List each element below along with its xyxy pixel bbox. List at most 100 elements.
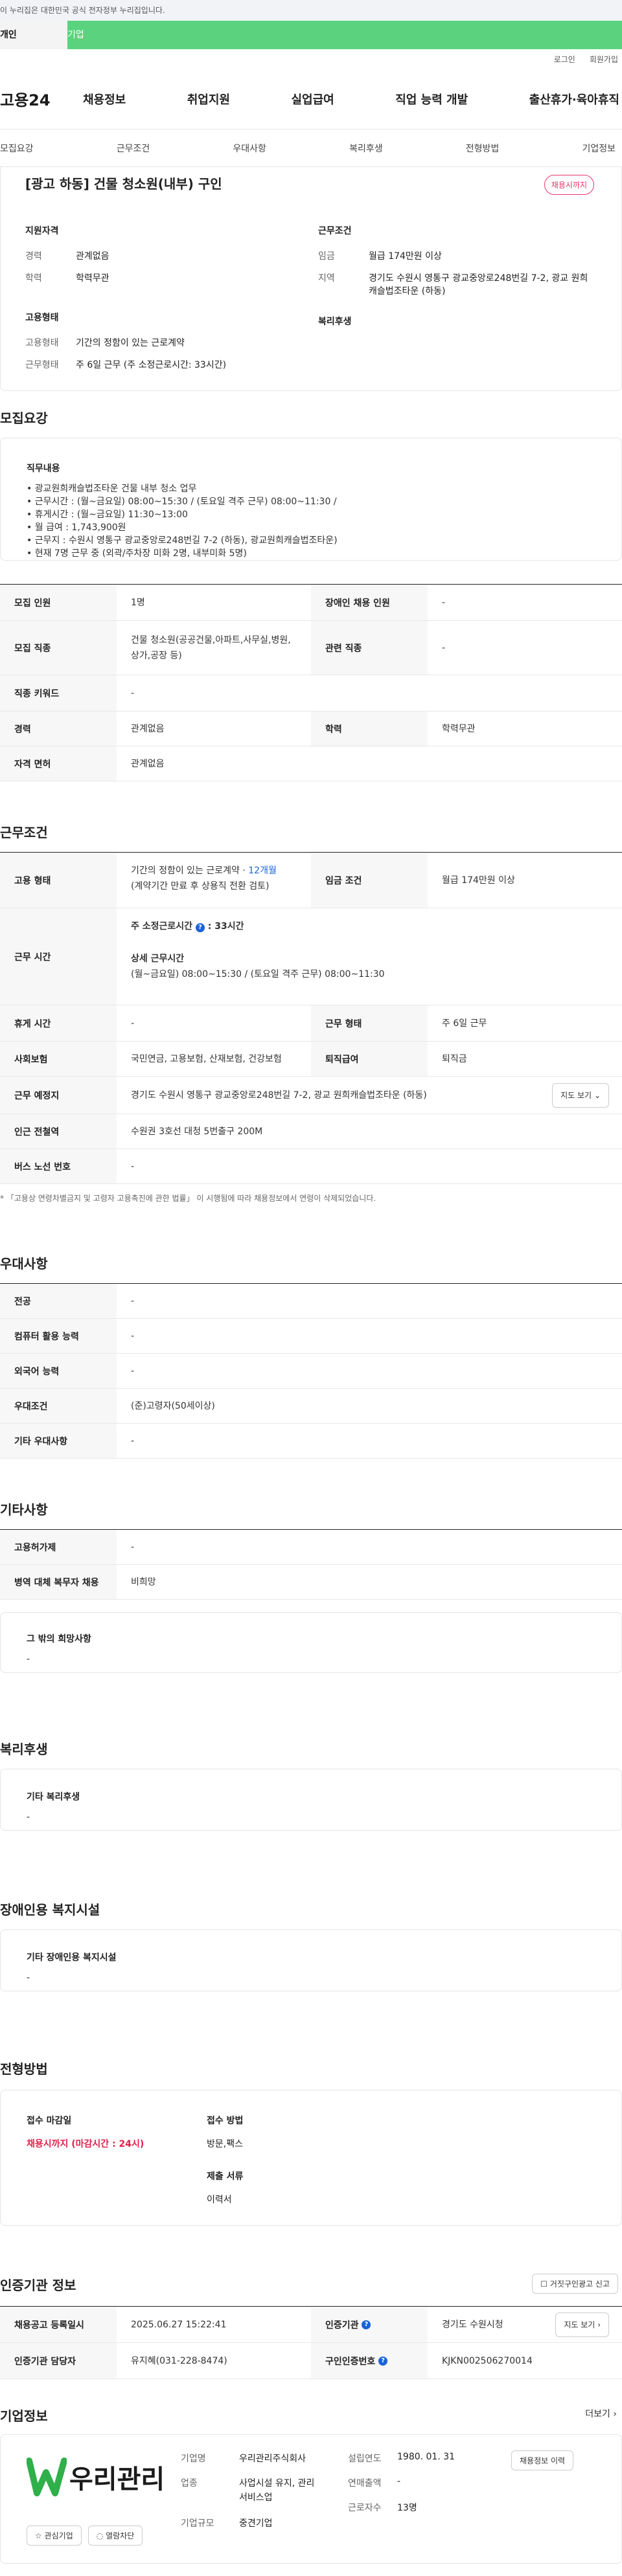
- qualification-heading: 지원자격: [25, 226, 59, 236]
- gnb-item-parental-leave[interactable]: 출산휴가·육아휴직: [529, 91, 619, 107]
- tab-corporate[interactable]: 기업: [67, 21, 622, 49]
- report-button-label: 거짓구인광고 신고: [549, 2279, 610, 2289]
- table-row: 인근 전철역 수원권 3호선 대청 5번출구 200M: [0, 1114, 622, 1149]
- job-summary-card: [광고 하동] 건물 청소원(내부) 구인 채용시까지 지원자격 경력 관계없음 …: [0, 167, 622, 391]
- work-time-cell: 주 소정근로시간 ? : 33시간 상세 근무시간 (월~금요일) 08:00~…: [117, 908, 622, 1005]
- tab-individual[interactable]: 개인: [0, 21, 67, 49]
- row-value: 월급 174만원 이상: [442, 875, 515, 886]
- emp-type-value: 기간의 정함이 있는 근로계약: [76, 338, 185, 348]
- row-value: 주 6일 근무: [442, 1018, 487, 1029]
- job-history-button[interactable]: 채용정보 이력: [511, 2450, 574, 2470]
- site-logo[interactable]: 고용24: [0, 87, 83, 110]
- table-row: 버스 노선 번호 -: [0, 1149, 622, 1184]
- login-link[interactable]: 로그인: [554, 54, 575, 65]
- chevron-down-icon: ⌄: [593, 1090, 601, 1100]
- row-value: -: [442, 597, 446, 608]
- row-label: 근무 시간: [0, 908, 117, 1005]
- star-icon: ☆: [35, 2531, 42, 2540]
- row-value: -: [131, 1435, 135, 1446]
- gnb-item-jobs[interactable]: 채용정보: [83, 91, 126, 107]
- row-value: 학력무관: [442, 723, 476, 734]
- row-label: 사회보험: [0, 1042, 117, 1076]
- signup-link[interactable]: 회원가입: [590, 54, 618, 65]
- gov-notice-bar: 이 누리집은 대한민국 공식 전자정부 누리집입니다.: [0, 0, 622, 21]
- gnb-item-vocational-training[interactable]: 직업 능력 개발: [395, 91, 468, 107]
- row-label: 임금 조건: [311, 853, 428, 908]
- education-value: 학력무관: [76, 273, 109, 284]
- row-label: 학력: [311, 711, 428, 746]
- company-actions: ☆ 관심기업 ◌ 열람차단: [27, 2526, 143, 2546]
- company-logo-text: 우리관리: [69, 2465, 165, 2494]
- row-label: 직종 키워드: [0, 675, 117, 711]
- company-name-label: 기업명: [181, 2454, 206, 2464]
- agency-table: 채용공고 등록일시 2025.06.27 15:22:41 인증기관 ? 경기도 …: [0, 2306, 622, 2379]
- etc-title: 기타사항: [0, 1502, 48, 1518]
- row-label: 퇴직급여: [311, 1042, 428, 1076]
- row-value: 2025.06.27 15:22:41: [131, 2319, 227, 2330]
- welfare-box-value: -: [27, 1812, 30, 1822]
- wage-value: 월급 174만원 이상: [369, 251, 442, 262]
- duty-heading: 직무내용: [27, 464, 60, 474]
- map-button-label: 지도 보기: [560, 1090, 592, 1100]
- help-icon[interactable]: ?: [378, 2356, 388, 2366]
- disability-box-heading: 기타 장애인용 복지시설: [27, 1953, 117, 1963]
- recruit-table: 모집 인원 1명 장애인 채용 인원 - 모집 직종 건물 청소원(공공건물,아파트,…: [0, 584, 622, 781]
- recruit-title: 모집요강: [0, 410, 48, 426]
- table-row: 고용허가제 -: [0, 1530, 622, 1565]
- row-value: -: [131, 1295, 135, 1306]
- help-icon[interactable]: ?: [362, 2320, 371, 2329]
- agency-map-button[interactable]: 지도 보기 ›: [555, 2312, 609, 2337]
- row-label: 채용공고 등록일시: [0, 2307, 117, 2342]
- block-button[interactable]: ◌ 열람차단: [87, 2526, 143, 2546]
- row-label: 모집 인원: [0, 585, 117, 620]
- row-value: -: [131, 1161, 135, 1172]
- welfare-heading: 복리후생: [318, 317, 352, 327]
- tab-preferences[interactable]: 우대사항: [233, 142, 266, 155]
- tab-recruit[interactable]: 모집요강: [0, 142, 34, 155]
- etc-table: 고용허가제 - 병역 대체 복무자 채용 비희망: [0, 1529, 622, 1600]
- work-table: 고용 형태 기간의 정함이 있는 근로계약 · 12개월 (계약기간 만료 후 …: [0, 852, 622, 1184]
- founded-label: 설립연도: [348, 2454, 382, 2464]
- table-row: 사회보험 국민연금, 고용보험, 산재보험, 건강보험 퇴직급여 퇴직금: [0, 1042, 622, 1077]
- map-button[interactable]: 지도 보기 ⌄: [552, 1082, 609, 1108]
- detail-hours-label: 상세 근무시간: [131, 954, 185, 964]
- tab-process[interactable]: 전형방법: [466, 142, 500, 155]
- company-logo-mark: [27, 2458, 67, 2496]
- table-row: 근무 예정지 경기도 수원시 영통구 광교중앙로248번길 7-2, 광교 원희…: [0, 1077, 622, 1114]
- help-icon[interactable]: ?: [195, 923, 205, 932]
- deadline-value: 채용시까지 (마감시간 : 24시): [27, 2139, 144, 2149]
- tab-work-conditions[interactable]: 근무조건: [117, 142, 150, 155]
- row-value: -: [442, 642, 446, 653]
- other-wishes-heading: 그 밖의 희망사항: [27, 1634, 91, 1644]
- block-icon: ◌: [96, 2531, 104, 2540]
- sales-label: 연매출액: [348, 2478, 382, 2489]
- table-row: 기타 우대사항 -: [0, 1424, 622, 1459]
- shift-label: 근무형태: [25, 360, 59, 370]
- gnb-item-employment-support[interactable]: 취업지원: [187, 91, 230, 107]
- place-cell: 경기도 수원시 영통구 광교중앙로248번길 7-2, 광교 원희캐슬법조타운 …: [117, 1077, 622, 1114]
- row-label: 근무 예정지: [0, 1077, 117, 1114]
- row-label: 고용허가제: [0, 1530, 117, 1564]
- table-row: 병역 대체 복무자 채용 비희망: [0, 1565, 622, 1600]
- company-more-link[interactable]: 더보기 ›: [585, 2407, 617, 2420]
- tab-company[interactable]: 기업정보: [582, 142, 616, 155]
- row-value: -: [131, 1365, 135, 1376]
- method-value: 방문,팩스: [207, 2139, 243, 2149]
- report-button[interactable]: ☐ 거짓구인광고 신고: [532, 2274, 618, 2294]
- row-label: 인근 전철역: [0, 1114, 117, 1148]
- tab-welfare[interactable]: 복리후생: [349, 142, 383, 155]
- employees-value: 13명: [397, 2503, 417, 2513]
- emp-type-heading: 고용형태: [25, 313, 59, 323]
- favorite-button[interactable]: ☆ 관심기업: [27, 2526, 82, 2546]
- welfare-box: 기타 복리후생 -: [0, 1769, 622, 1831]
- tab-corporate-label: 기업: [67, 30, 84, 40]
- row-label: 우대조건: [0, 1389, 117, 1423]
- row-value: 퇴직금: [442, 1053, 467, 1064]
- gnb-item-unemployment-benefit[interactable]: 실업급여: [292, 91, 334, 107]
- row-value: (준)고령자(50세이상): [131, 1400, 215, 1411]
- disability-box: 기타 장애인용 복지시설 -: [0, 1929, 622, 1991]
- row-label: 장애인 채용 인원: [311, 585, 428, 620]
- agency-cell: 경기도 수원시청 지도 보기 ›: [428, 2307, 622, 2342]
- duty-box: 직무내용 • 광교원희캐슬법조타운 건물 내부 청소 업무 • 근무시간 : (…: [0, 438, 622, 561]
- row-label: 기타 우대사항: [0, 1424, 117, 1458]
